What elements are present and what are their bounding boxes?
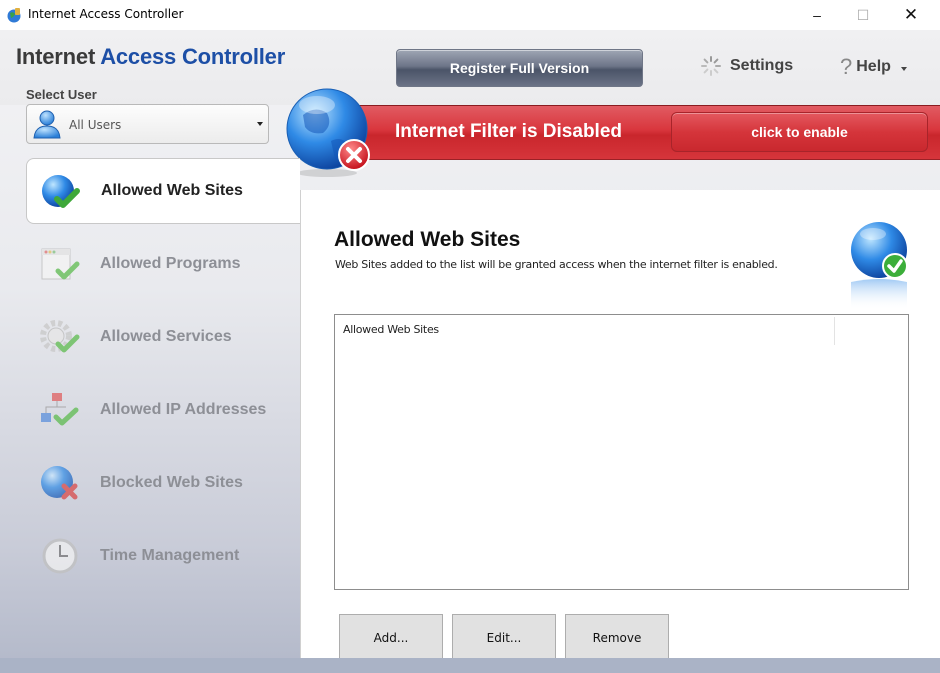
remove-button[interactable]: Remove: [565, 614, 669, 661]
network-check-icon: [41, 393, 79, 426]
close-button[interactable]: ✕: [888, 0, 934, 30]
sidebar-item-blocked-web-sites[interactable]: Blocked Web Sites: [26, 450, 300, 516]
register-button[interactable]: Register Full Version: [396, 49, 643, 87]
help-label: Help: [856, 58, 891, 75]
sidebar-item-time-management[interactable]: Time Management: [26, 523, 300, 589]
user-select-dropdown[interactable]: All Users: [26, 104, 269, 144]
maximize-button[interactable]: ☐: [840, 0, 886, 30]
sidebar-item-label: Allowed IP Addresses: [100, 401, 267, 418]
column-header-allowed-web-sites[interactable]: Allowed Web Sites: [343, 323, 439, 336]
app-globe-icon: [7, 8, 21, 23]
user-icon: [33, 110, 61, 139]
minimize-icon: –: [813, 7, 821, 23]
close-icon: ✕: [903, 5, 919, 24]
selected-user: All Users: [69, 118, 122, 132]
column-separator[interactable]: [834, 317, 835, 345]
add-button[interactable]: Add...: [339, 614, 443, 661]
sidebar-item-allowed-web-sites[interactable]: Allowed Web Sites: [26, 158, 300, 224]
settings-spinner-icon: [701, 56, 721, 76]
chevron-down-icon: [900, 66, 907, 71]
sidebar-item-label: Time Management: [100, 547, 240, 564]
sidebar-item-allowed-services[interactable]: Allowed Services: [26, 304, 300, 370]
filter-status-banner: Internet Filter is Disabled click to ena…: [340, 105, 940, 160]
globe-check-icon: [42, 175, 80, 208]
app-window: Internet Access Controller – ☐ ✕ Interne…: [0, 0, 940, 673]
minimize-button[interactable]: –: [794, 0, 840, 30]
chevron-down-icon: [257, 122, 263, 126]
select-user-label: Select User: [26, 87, 97, 102]
sidebar-item-allowed-programs[interactable]: Allowed Programs: [26, 231, 300, 297]
clock-icon: [42, 538, 78, 574]
sidebar-item-label: Allowed Programs: [100, 255, 241, 272]
brand-part1: Internet: [16, 44, 96, 69]
footer-band: [0, 658, 940, 673]
header: Internet Access Controller Select User A…: [0, 30, 940, 144]
window-title: Internet Access Controller: [28, 7, 184, 21]
help-menu[interactable]: ? Help: [840, 54, 907, 80]
globe-check-icon: [851, 222, 908, 310]
gear-check-icon: [40, 320, 80, 353]
edit-button[interactable]: Edit...: [452, 614, 556, 661]
enable-filter-button[interactable]: click to enable: [671, 112, 928, 152]
settings-button[interactable]: Settings: [700, 54, 793, 78]
sidebar-item-allowed-ip-addresses[interactable]: Allowed IP Addresses: [26, 377, 300, 443]
app-body: Internet Access Controller Select User A…: [0, 30, 940, 673]
sidebar-nav: Allowed Web Sites Allowed Programs Allow…: [0, 158, 300, 658]
sidebar-item-label: Allowed Services: [100, 328, 232, 345]
sidebar-item-label: Blocked Web Sites: [100, 474, 243, 491]
brand-title: Internet Access Controller: [16, 44, 285, 70]
content-panel: Allowed Web Sites Web Sites added to the…: [300, 190, 940, 661]
filter-status-text: Internet Filter is Disabled: [395, 121, 622, 142]
settings-label: Settings: [730, 57, 794, 74]
allowed-sites-list[interactable]: Allowed Web Sites: [334, 314, 909, 590]
page-description: Web Sites added to the list will be gran…: [335, 258, 778, 271]
brand-part2: Access Controller: [100, 44, 286, 69]
maximize-icon: ☐: [856, 6, 870, 23]
title-bar: Internet Access Controller – ☐ ✕: [0, 0, 940, 30]
sidebar-item-label: Allowed Web Sites: [101, 182, 243, 199]
window-check-icon: [41, 248, 80, 280]
page-title: Allowed Web Sites: [334, 228, 521, 251]
globe-x-icon: [41, 466, 78, 500]
help-icon: ?: [840, 54, 853, 79]
